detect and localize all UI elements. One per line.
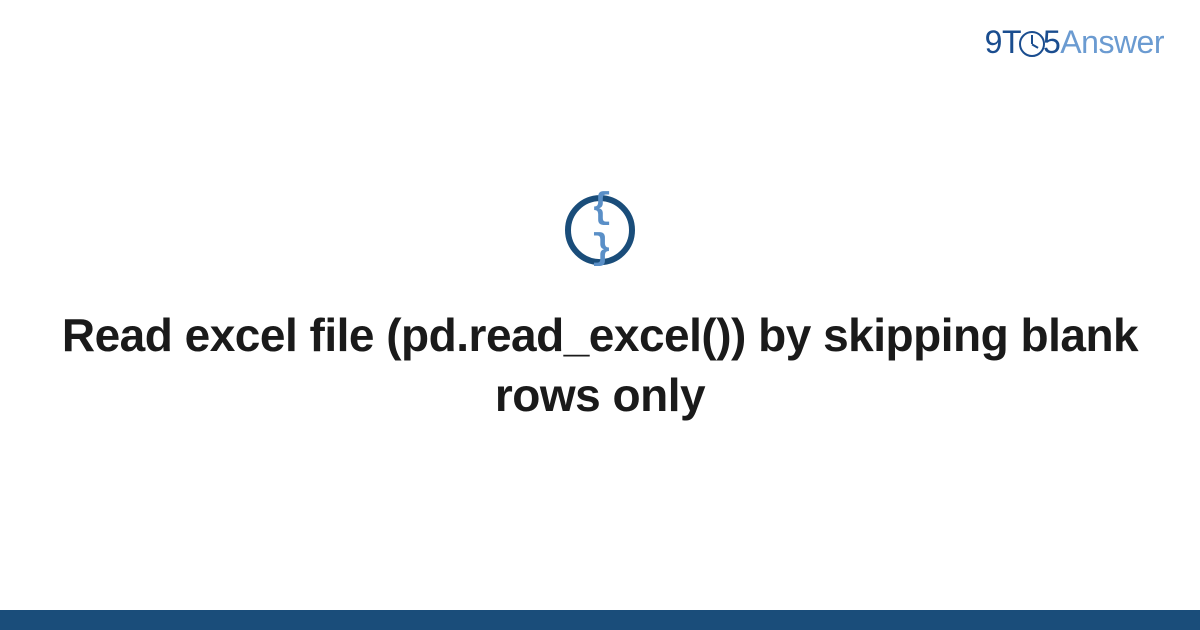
- braces-glyph: { }: [586, 187, 615, 269]
- center-content: { } Read excel file (pd.read_excel()) by…: [0, 195, 1200, 426]
- page-title: Read excel file (pd.read_excel()) by ski…: [0, 306, 1200, 426]
- code-braces-icon: { }: [565, 195, 635, 265]
- bottom-accent-bar: [0, 610, 1200, 630]
- clock-icon: [1019, 31, 1045, 57]
- logo-five: 5: [1043, 24, 1060, 60]
- logo-answer: Answer: [1060, 24, 1164, 60]
- logo-nine: 9: [985, 24, 1002, 60]
- site-logo: 9T5Answer: [985, 24, 1164, 61]
